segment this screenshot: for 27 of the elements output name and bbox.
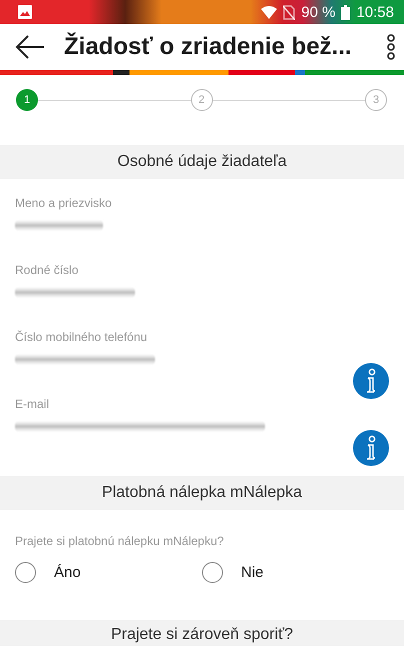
page-title: Žiadosť o zriadenie bež... <box>64 33 353 61</box>
info-icon <box>364 435 378 461</box>
field-label: E-mail <box>15 397 50 411</box>
radio-button[interactable] <box>15 562 36 583</box>
section-header: Osobné údaje žiadateľa <box>0 145 404 179</box>
option-label[interactable]: Áno <box>54 564 81 581</box>
more-menu-icon[interactable] <box>386 34 396 60</box>
section-header: Prajete si zároveň sporiť? <box>0 620 404 646</box>
field-label: Číslo mobilného telefónu <box>15 330 148 344</box>
image-icon <box>18 5 32 19</box>
info-icon <box>364 368 378 394</box>
wifi-icon <box>261 6 278 18</box>
option-label[interactable]: Nie <box>241 564 264 581</box>
step-indicator: 3 <box>365 89 387 111</box>
info-button[interactable] <box>353 430 389 466</box>
field-label: Rodné číslo <box>15 263 80 277</box>
radio-button[interactable] <box>202 562 223 583</box>
no-sim-icon <box>283 4 296 20</box>
battery-icon <box>341 4 350 20</box>
section-header: Platobná nálepka mNálepka <box>0 476 404 510</box>
clock-time: 10:58 <box>356 4 394 20</box>
battery-percentage: 90 % <box>301 4 336 20</box>
field-label: Meno a priezvisko <box>15 196 113 210</box>
step-indicator: 1 <box>16 89 38 111</box>
step-indicator: 2 <box>190 89 212 111</box>
question-text: Prajete si platobnú nálepku mNálepku? <box>14 533 225 548</box>
info-button[interactable] <box>353 363 389 399</box>
